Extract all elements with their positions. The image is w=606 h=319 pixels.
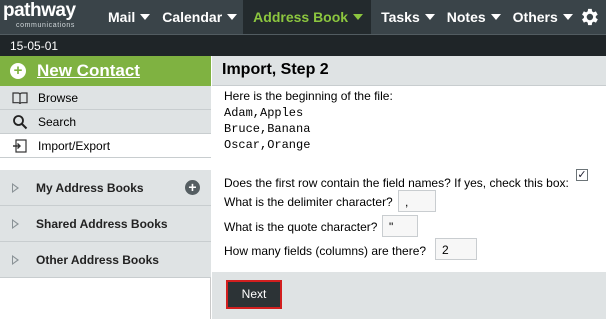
file-line: Adam,Apples (224, 106, 304, 120)
gear-icon[interactable] (578, 6, 600, 28)
quote-input[interactable]: " (382, 215, 418, 237)
file-preview: Adam,Apples Bruce,Banana Oscar,Orange (224, 105, 310, 153)
page-title: Import, Step 2 (222, 61, 329, 78)
sidebar-item-search-label: Search (38, 115, 77, 129)
field-names-checkbox[interactable]: ✓ (576, 169, 588, 181)
sidebar-item-import-export[interactable]: Import/Export (0, 134, 211, 158)
expand-arrow-icon[interactable] (12, 183, 19, 193)
chevron-down-icon (353, 14, 364, 20)
date-bar: 15-05-01 (0, 34, 606, 56)
current-date: 15-05-01 (10, 39, 59, 53)
nav-others-label: Others (512, 9, 558, 25)
new-contact-label: New Contact (37, 61, 140, 80)
sidebar-item-import-export-label: Import/Export (38, 139, 111, 153)
nav-address-book[interactable]: Address Book (243, 0, 372, 34)
section-other-address-books[interactable]: Other Address Books (0, 242, 211, 278)
chevron-down-icon (490, 14, 501, 20)
book-icon (12, 90, 28, 106)
sidebar-item-browse[interactable]: Browse (0, 86, 211, 110)
nav-calendar-label: Calendar (162, 9, 223, 25)
checkmark-icon: ✓ (577, 169, 587, 181)
section-my-address-books-label: My Address Books (36, 181, 144, 195)
nav-notes[interactable]: Notes (441, 0, 507, 34)
sidebar-item-search[interactable]: Search (0, 110, 211, 134)
expand-arrow-icon[interactable] (12, 219, 19, 229)
nav-tasks[interactable]: Tasks (371, 0, 441, 34)
sidebar-menu: Browse Search Import/Export My Address B… (0, 86, 211, 278)
new-contact-button[interactable]: + New Contact (0, 56, 211, 86)
top-navigation-bar: pathway communications Mail Calendar Add… (0, 0, 606, 34)
page-header: Import, Step 2 (212, 56, 606, 86)
pathway-logo[interactable]: pathway communications (0, 0, 76, 34)
main-panel: Import, Step 2 Here is the beginning of … (212, 56, 606, 319)
nav-mail-label: Mail (108, 9, 136, 25)
question-quote: What is the quote character? (224, 220, 378, 234)
nav-others[interactable]: Others (507, 0, 579, 34)
section-my-address-books[interactable]: My Address Books + (0, 170, 211, 206)
chevron-down-icon (424, 14, 435, 20)
nav-calendar[interactable]: Calendar (156, 0, 243, 34)
plus-icon: + (10, 63, 26, 79)
section-gap (0, 158, 211, 170)
chevron-down-icon (140, 14, 151, 20)
sidebar: + New Contact Browse Search Import/Expor… (0, 56, 211, 319)
delimiter-input[interactable]: , (398, 190, 436, 212)
add-address-book-icon[interactable]: + (185, 180, 200, 195)
file-line: Oscar,Orange (224, 138, 311, 152)
section-other-address-books-label: Other Address Books (36, 253, 159, 267)
chevron-down-icon (562, 14, 573, 20)
nav-notes-label: Notes (446, 9, 486, 25)
sidebar-item-browse-label: Browse (38, 91, 79, 105)
intro-text: Here is the beginning of the file: (224, 89, 393, 103)
section-shared-address-books-label: Shared Address Books (36, 217, 168, 231)
nav-tasks-label: Tasks (381, 9, 420, 25)
logo-wordmark: pathway (3, 0, 76, 21)
next-button[interactable]: Next (226, 280, 282, 309)
section-shared-address-books[interactable]: Shared Address Books (0, 206, 211, 242)
question-field-names: Does the first row contain the field nam… (224, 176, 569, 190)
chevron-down-icon (227, 14, 238, 20)
file-line: Bruce,Banana (224, 122, 311, 136)
search-icon (12, 114, 28, 130)
form-footer: Next (212, 272, 606, 319)
nav-mail[interactable]: Mail (102, 0, 156, 34)
import-export-icon (12, 138, 28, 154)
logo-subtitle: communications (16, 22, 75, 29)
expand-arrow-icon[interactable] (12, 255, 19, 265)
fields-count-input[interactable]: 2 (435, 238, 477, 260)
nav-address-book-label: Address Book (253, 9, 349, 25)
question-delimiter: What is the delimiter character? (224, 195, 393, 209)
question-fields-count: How many fields (columns) are there? (224, 244, 427, 258)
